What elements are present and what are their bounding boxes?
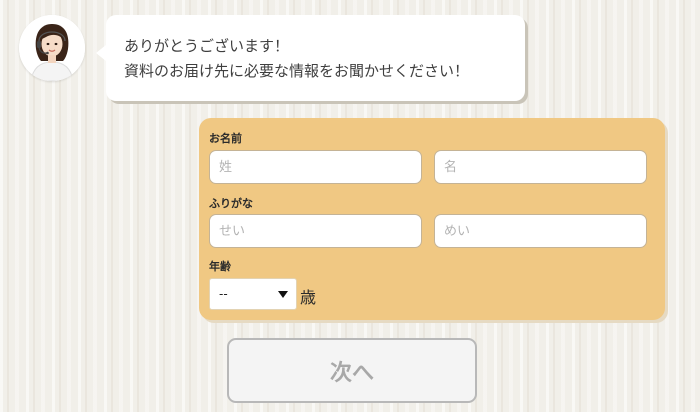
- operator-message-bubble: ありがとうございます！ 資料のお届け先に必要な情報をお聞かせください！: [96, 15, 525, 101]
- name-label: お名前: [209, 132, 242, 145]
- first-name-input[interactable]: [434, 150, 647, 184]
- next-button[interactable]: 次へ: [227, 338, 477, 403]
- message-line-1: ありがとうございます！: [124, 37, 290, 55]
- first-name-kana-input[interactable]: [434, 214, 647, 248]
- message-line-2: 資料のお届け先に必要な情報をお聞かせください！: [124, 62, 470, 80]
- contact-info-form: お名前 ふりがな 年齢 -- 歳: [199, 118, 665, 320]
- operator-avatar: [19, 15, 85, 81]
- last-name-input[interactable]: [209, 150, 422, 184]
- age-select-value: --: [219, 287, 228, 301]
- age-select[interactable]: --: [209, 278, 297, 310]
- age-label: 年齢: [209, 260, 231, 273]
- age-unit-label: 歳: [300, 288, 317, 307]
- furigana-label: ふりがな: [209, 197, 253, 210]
- last-name-kana-input[interactable]: [209, 214, 422, 248]
- dropdown-arrow-icon: [278, 291, 288, 298]
